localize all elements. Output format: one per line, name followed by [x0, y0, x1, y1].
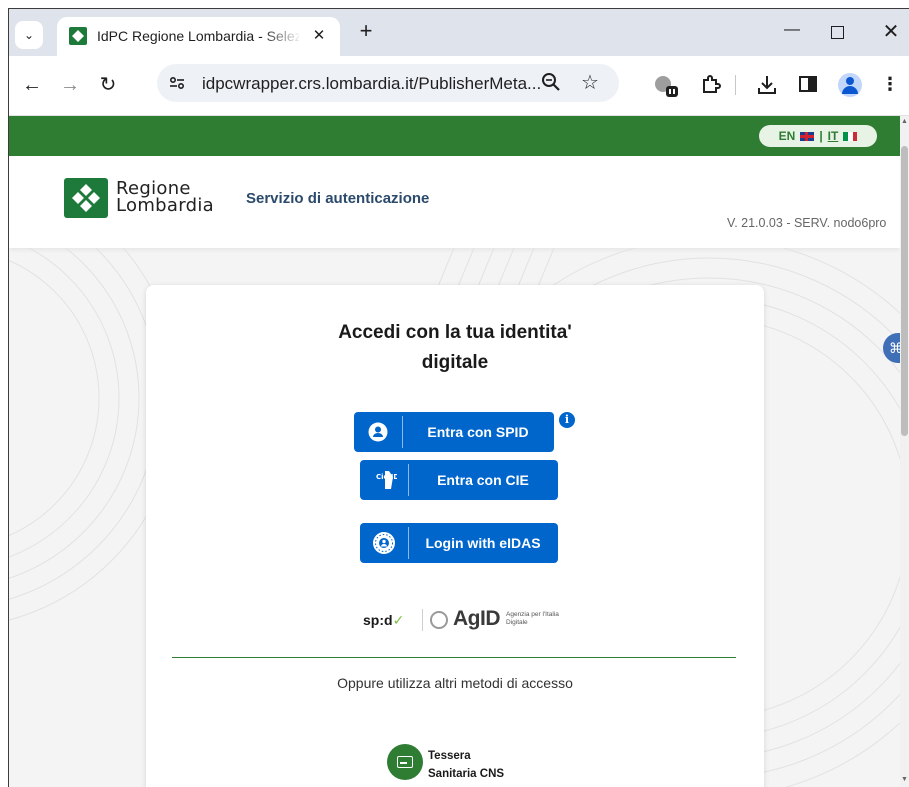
address-bar[interactable]: idpcwrapper.crs.lombardia.it/PublisherMe…	[157, 64, 619, 102]
alternative-methods-text: Oppure utilizza altri metodi di accesso	[337, 675, 573, 691]
eidas-login-button[interactable]: Login with eIDAS	[360, 523, 558, 563]
spid-logo-text: sp:d	[363, 612, 393, 628]
avatar-body	[842, 86, 858, 94]
cie-button-label: Entra con CIE	[437, 472, 529, 488]
login-title-line-1: Accedi con la tua identita'	[338, 322, 572, 343]
language-separator: |	[819, 129, 823, 143]
scroll-up-arrow-icon[interactable]: ▲	[901, 118, 908, 125]
eidas-eu-icon	[360, 523, 408, 563]
spid-check-icon: ✓	[392, 612, 405, 628]
language-it-link[interactable]: IT	[828, 129, 839, 143]
site-header: Regione Lombardia Servizio di autenticaz…	[9, 156, 900, 248]
login-title-line-2: digitale	[421, 352, 489, 373]
top-bar: EN | IT	[9, 116, 900, 156]
kebab-menu-icon[interactable]: ⋮	[881, 74, 899, 98]
regione-lombardia-logo-icon	[64, 178, 108, 218]
site-info-icon[interactable]	[167, 73, 187, 93]
login-card: Accedi con la tua identita' digitale Ent…	[146, 285, 764, 787]
italy-flag-icon	[843, 131, 858, 141]
cie-id-icon: Cie ID	[360, 460, 408, 500]
url-text: idpcwrapper.crs.lombardia.it/PublisherMe…	[202, 74, 542, 93]
section-divider	[172, 657, 736, 658]
side-panel-icon[interactable]	[796, 74, 820, 98]
cns-label-line-2: Sanitaria CNS	[428, 768, 505, 780]
chevron-down-icon: ⌄	[23, 28, 35, 42]
regione-lombardia-logo-text: Regione Lombardia	[116, 180, 214, 216]
uk-flag-icon	[800, 131, 815, 141]
reload-icon[interactable]: ↻	[97, 74, 119, 96]
page-scrollbar[interactable]: ▲ ▼	[900, 116, 909, 787]
extension-paused-icon[interactable]	[653, 74, 679, 98]
profile-avatar[interactable]	[838, 73, 862, 97]
cie-login-button[interactable]: Cie ID Entra con CIE	[360, 460, 558, 500]
cns-card-icon[interactable]	[387, 744, 423, 780]
spid-user-icon	[354, 412, 402, 452]
toolbar-separator	[735, 75, 736, 95]
partner-logos: sp:d✓ AgID Agenzia per l'Italia Digitale	[346, 605, 566, 635]
agid-logo-subtitle: Agenzia per l'Italia Digitale	[506, 611, 559, 626]
browser-toolbar: ← → ↻ idpcwrapper.crs.lombardia.it/Publi…	[9, 56, 909, 116]
minimize-button[interactable]: —	[777, 21, 807, 45]
browser-window: ⌄ IdPC Regione Lombardia - Selezi ✕ + — …	[9, 9, 909, 787]
spid-info-icon[interactable]: i	[559, 412, 575, 428]
cns-label-line-1: Tessera	[428, 750, 471, 762]
version-label: V. 21.0.03 - SERV. nodo6pro	[727, 216, 887, 230]
tab-close-button[interactable]: ✕	[309, 26, 329, 46]
zoom-icon[interactable]	[541, 72, 561, 97]
agid-logo-text: AgID	[453, 607, 501, 630]
close-window-button[interactable]: ✕	[879, 19, 903, 43]
language-switcher: EN | IT	[759, 125, 877, 147]
service-title: Servizio di autenticazione	[246, 190, 430, 207]
logos-separator	[422, 609, 423, 631]
download-icon[interactable]	[755, 74, 779, 98]
tab-search-button[interactable]: ⌄	[15, 21, 43, 49]
page-content: EN | IT Regione Lombardia Servizio di au…	[9, 116, 909, 787]
browser-tab[interactable]: IdPC Regione Lombardia - Selezi ✕	[57, 17, 340, 56]
logo-line-2: Lombardia	[116, 195, 214, 216]
language-en-link[interactable]: EN	[779, 129, 796, 143]
eidas-button-label: Login with eIDAS	[425, 535, 541, 551]
tab-strip: ⌄ IdPC Regione Lombardia - Selezi ✕ + — …	[9, 9, 909, 56]
forward-arrow-icon[interactable]: →	[59, 74, 81, 96]
cie-icon-text: Cie ID	[376, 473, 397, 481]
card-icon	[397, 756, 413, 768]
spid-button-label: Entra con SPID	[427, 424, 529, 440]
scrollbar-thumb[interactable]	[901, 146, 908, 436]
login-title: Accedi con la tua identita' digitale	[146, 318, 764, 378]
cns-login-link[interactable]: Tessera Sanitaria CNS	[428, 747, 504, 783]
favicon-icon	[69, 27, 87, 45]
avatar-head	[846, 77, 854, 85]
back-arrow-icon[interactable]: ←	[21, 74, 43, 96]
spid-logo: sp:d✓	[363, 612, 404, 629]
new-tab-button[interactable]: +	[354, 20, 378, 44]
extensions-puzzle-icon[interactable]	[699, 74, 723, 98]
spid-login-button[interactable]: Entra con SPID	[354, 412, 554, 452]
tab-title-fade	[262, 25, 302, 47]
scroll-down-arrow-icon[interactable]: ▼	[901, 776, 908, 783]
maximize-button[interactable]	[831, 26, 844, 39]
agid-emblem-icon	[430, 611, 448, 629]
bookmark-star-icon[interactable]: ☆	[581, 70, 599, 95]
